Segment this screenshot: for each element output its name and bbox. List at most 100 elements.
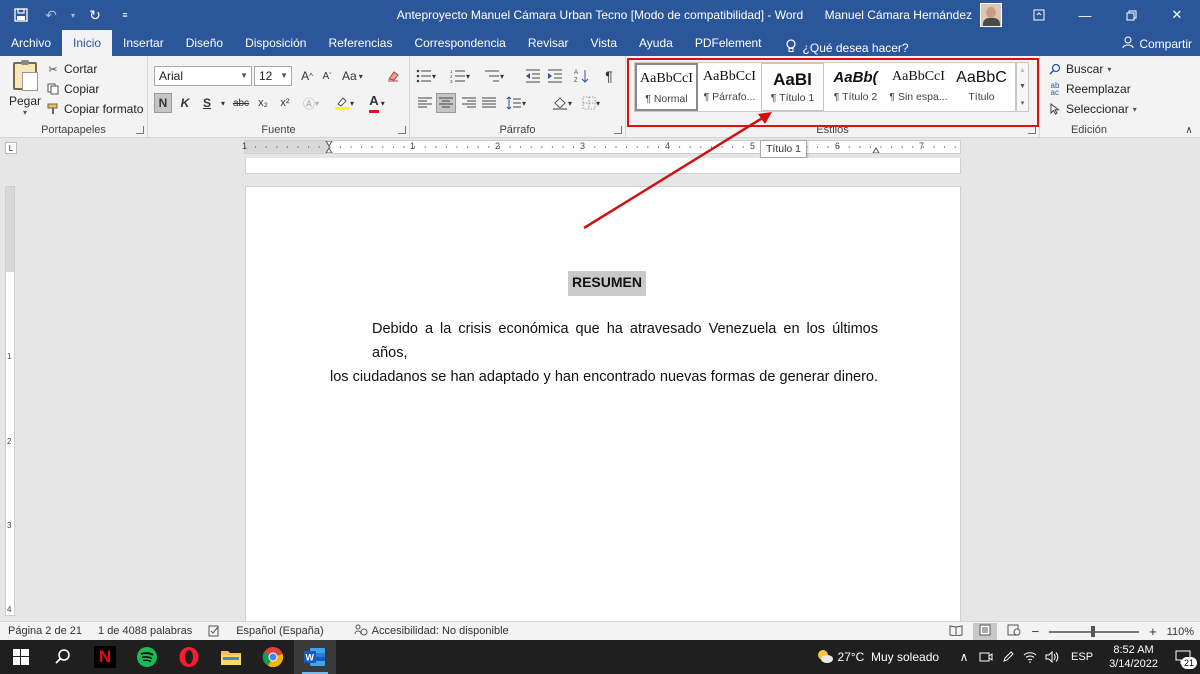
increase-indent-icon[interactable] <box>546 66 564 86</box>
tab-disposicion[interactable]: Disposición <box>234 30 317 56</box>
tell-me-box[interactable]: ¿Qué desea hacer? <box>773 39 909 56</box>
word-taskbar-icon[interactable]: W <box>294 640 336 674</box>
select-button[interactable]: Seleccionar ▾ <box>1048 102 1137 116</box>
print-layout-icon[interactable] <box>973 623 998 640</box>
chevron-down-icon[interactable]: ▾ <box>214 93 232 113</box>
wifi-icon[interactable] <box>1019 640 1041 674</box>
styles-launcher-icon[interactable] <box>1028 126 1036 134</box>
restore-button[interactable] <box>1108 0 1154 30</box>
shrink-font-button[interactable]: Aˇ <box>318 66 336 86</box>
tab-revisar[interactable]: Revisar <box>517 30 580 56</box>
find-button[interactable]: Buscar ▾ <box>1048 62 1111 76</box>
show-formatting-marks-icon[interactable]: ¶ <box>600 66 618 86</box>
bold-button[interactable]: N <box>154 93 172 113</box>
justify-icon[interactable] <box>480 93 498 113</box>
borders-icon[interactable]: ▾ <box>582 93 600 113</box>
zoom-slider[interactable] <box>1049 625 1140 637</box>
font-size-select[interactable]: 12 ▼ <box>254 66 292 86</box>
font-name-select[interactable]: Arial ▼ <box>154 66 252 86</box>
tab-correspondencia[interactable]: Correspondencia <box>403 30 516 56</box>
pen-icon[interactable] <box>997 640 1019 674</box>
language-status[interactable]: Español (España) <box>228 625 331 637</box>
subscript-button[interactable]: x₂ <box>254 93 272 113</box>
file-explorer-icon[interactable] <box>210 640 252 674</box>
horizontal-ruler[interactable]: 1 1 2 3 4 5 6 7 <box>242 140 961 154</box>
copy-button[interactable]: Copiar <box>46 82 99 96</box>
netflix-icon[interactable]: N <box>84 640 126 674</box>
volume-icon[interactable] <box>1041 640 1063 674</box>
shading-icon[interactable]: ▾ <box>552 93 572 113</box>
user-name[interactable]: Manuel Cámara Hernández <box>825 8 972 22</box>
chrome-icon[interactable] <box>252 640 294 674</box>
read-mode-icon[interactable] <box>949 624 963 639</box>
replace-button[interactable]: ab ac Reemplazar <box>1048 82 1131 97</box>
numbering-icon[interactable]: 123 ▾ <box>450 66 470 86</box>
tab-ayuda[interactable]: Ayuda <box>628 30 684 56</box>
web-layout-icon[interactable] <box>1007 624 1021 639</box>
document-heading[interactable]: RESUMEN <box>568 271 646 296</box>
document-paragraph[interactable]: Debido a la crisis económica que ha atra… <box>330 317 878 389</box>
weather-status[interactable]: 27°C Muy soleado <box>838 650 954 664</box>
collapse-ribbon-icon[interactable]: ∧ <box>1180 120 1198 140</box>
undo-dropdown-icon[interactable]: ▾ <box>68 2 78 28</box>
superscript-button[interactable]: x² <box>276 93 294 113</box>
minimize-button[interactable]: — <box>1062 0 1108 30</box>
sort-icon[interactable]: AZ <box>572 66 590 86</box>
cut-button[interactable]: ✂ Cortar <box>46 62 97 76</box>
multilevel-list-icon[interactable]: ▾ <box>484 66 504 86</box>
taskbar-clock[interactable]: 8:52 AM 3/14/2022 <box>1101 643 1166 671</box>
weather-icon[interactable] <box>812 648 838 667</box>
align-right-icon[interactable] <box>460 93 478 113</box>
tab-diseno[interactable]: Diseño <box>175 30 234 56</box>
notifications-icon[interactable]: 21 <box>1166 640 1200 674</box>
share-button[interactable]: Compartir <box>1122 36 1192 52</box>
tab-insertar[interactable]: Insertar <box>112 30 175 56</box>
ribbon-display-options-icon[interactable] <box>1016 0 1062 30</box>
font-color-icon[interactable]: A ▾ <box>368 93 386 113</box>
redo-icon[interactable]: ↻ <box>82 2 108 28</box>
document-page[interactable]: RESUMEN Debido a la crisis económica que… <box>245 186 961 626</box>
customize-qat-icon[interactable]: ≡ <box>112 2 138 28</box>
align-center-icon[interactable] <box>436 93 456 113</box>
strikethrough-button[interactable]: abc <box>232 93 250 113</box>
save-icon[interactable] <box>8 2 34 28</box>
word-count[interactable]: 1 de 4088 palabras <box>90 625 200 637</box>
decrease-indent-icon[interactable] <box>524 66 542 86</box>
italic-button[interactable]: K <box>176 93 194 113</box>
clear-formatting-icon[interactable] <box>384 66 402 86</box>
proofing-icon[interactable] <box>200 625 228 637</box>
paste-button[interactable]: Pegar ▾ <box>8 60 42 118</box>
zoom-out-button[interactable]: − <box>1031 624 1039 639</box>
bullets-icon[interactable]: ▾ <box>416 66 436 86</box>
line-spacing-icon[interactable]: ▾ <box>506 93 526 113</box>
tab-vista[interactable]: Vista <box>580 30 628 56</box>
align-left-icon[interactable] <box>416 93 434 113</box>
zoom-level[interactable]: 110% <box>1167 626 1194 638</box>
page-count[interactable]: Página 2 de 21 <box>0 625 90 637</box>
text-effects-icon[interactable]: Ⓐ ▾ <box>302 93 320 113</box>
zoom-in-button[interactable]: + <box>1149 624 1157 639</box>
spotify-icon[interactable] <box>126 640 168 674</box>
tab-pdfelement[interactable]: PDFelement <box>684 30 773 56</box>
highlight-color-icon[interactable]: ▾ <box>334 93 354 113</box>
search-icon[interactable] <box>42 640 84 674</box>
paragraph-launcher-icon[interactable] <box>614 126 622 134</box>
windows-start-icon[interactable] <box>0 640 42 674</box>
tab-selector[interactable]: L <box>5 142 17 154</box>
grow-font-button[interactable]: A ^ <box>298 66 316 86</box>
format-painter-button[interactable]: Copiar formato <box>46 102 143 116</box>
clipboard-launcher-icon[interactable] <box>136 126 144 134</box>
tab-archivo[interactable]: Archivo <box>0 30 62 56</box>
zoom-slider-thumb[interactable] <box>1091 625 1096 637</box>
opera-icon[interactable] <box>168 640 210 674</box>
undo-icon[interactable]: ↶ <box>38 2 64 28</box>
tab-referencias[interactable]: Referencias <box>317 30 403 56</box>
input-language[interactable]: ESP <box>1063 651 1101 663</box>
accessibility-status[interactable]: Accesibilidad: No disponible <box>346 624 517 639</box>
font-launcher-icon[interactable] <box>398 126 406 134</box>
close-button[interactable]: ✕ <box>1154 0 1200 30</box>
meet-now-icon[interactable] <box>975 640 997 674</box>
vertical-ruler[interactable]: 1 2 3 4 <box>5 186 15 616</box>
avatar[interactable] <box>980 3 1002 27</box>
change-case-button[interactable]: Aa ▾ <box>342 66 363 86</box>
